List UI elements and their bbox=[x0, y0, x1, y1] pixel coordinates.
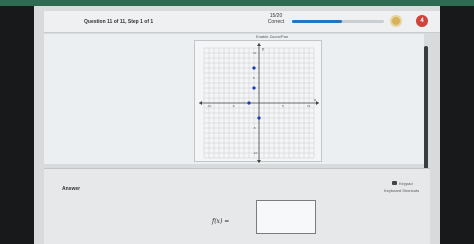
answer-area bbox=[44, 169, 430, 244]
x-tick-label: -5 bbox=[232, 104, 235, 108]
y-tick-label: 10 bbox=[253, 51, 257, 55]
progress-bar bbox=[292, 20, 384, 23]
enable-zoom-pan-link[interactable]: Enable Zoom/Pan bbox=[256, 34, 288, 39]
graph-point bbox=[252, 86, 256, 90]
keypad-button[interactable]: Keypad bbox=[399, 181, 413, 186]
keyboard-shortcuts-link[interactable]: Keyboard Shortcuts bbox=[384, 188, 419, 193]
question-title: Question 11 of 11, Step 1 of 1 bbox=[84, 19, 154, 25]
x-axis-arrow-left bbox=[199, 101, 202, 105]
x-axis-label: x bbox=[314, 97, 316, 102]
graph-container[interactable]: y x -10 -5 5 10 10 5 -5 -10 bbox=[194, 40, 323, 163]
keypad-icon[interactable] bbox=[392, 181, 397, 185]
question-header: Question 11 of 11, Step 1 of 1 15/20 Cor… bbox=[44, 11, 440, 33]
heart-icon[interactable]: 4 bbox=[416, 15, 428, 27]
answer-label: Answer bbox=[62, 186, 81, 192]
y-tick-label: -5 bbox=[253, 126, 256, 130]
y-axis-arrow-up bbox=[257, 43, 261, 46]
graph-point bbox=[247, 101, 251, 105]
question-content: Enable Zoom/Pan y x -10 -5 5 10 10 5 -5 -10 bbox=[44, 34, 424, 164]
score-display: 15/20 Correct bbox=[262, 13, 290, 25]
progress-fill bbox=[292, 20, 342, 23]
coordinate-grid[interactable]: yx-10 -5 5 10105-5-10 bbox=[195, 41, 323, 163]
y-axis-label: y bbox=[262, 46, 264, 51]
answer-input[interactable] bbox=[256, 200, 316, 234]
y-axis-arrow-down bbox=[257, 160, 261, 163]
x-tick-label: -10 bbox=[207, 104, 212, 108]
graph-point bbox=[252, 66, 256, 70]
x-axis-arrow-right bbox=[316, 101, 319, 105]
x-tick-label: 5 bbox=[282, 104, 284, 108]
score-status: Correct bbox=[267, 19, 285, 25]
y-tick-label: -10 bbox=[253, 151, 258, 155]
coin-icon[interactable] bbox=[390, 15, 402, 27]
screen: Question 11 of 11, Step 1 of 1 15/20 Cor… bbox=[34, 6, 440, 244]
function-label: f(x) = bbox=[212, 218, 230, 225]
x-tick-label: 10 bbox=[307, 104, 311, 108]
graph-point bbox=[257, 116, 261, 120]
